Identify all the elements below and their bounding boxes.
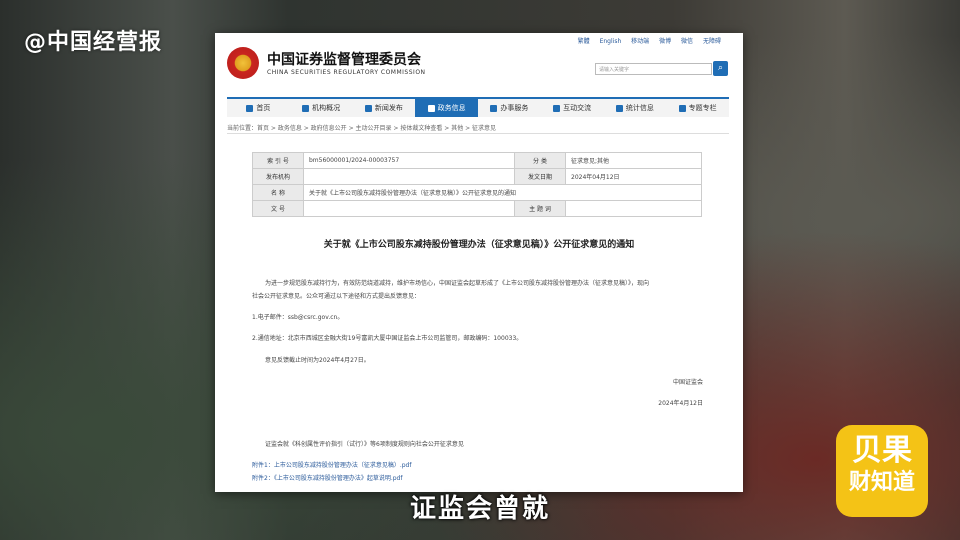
site-name-cn: 中国证券监督管理委员会: [267, 52, 421, 68]
link-wechat[interactable]: 微信: [681, 38, 693, 45]
divider: [227, 133, 729, 134]
nav-item-interaction[interactable]: 互动交流: [541, 99, 604, 117]
building-icon: [302, 104, 310, 112]
nav-item-services[interactable]: 办事服务: [478, 99, 541, 117]
table-row: 发布机构 发文日期 2024年04月12日: [252, 168, 702, 185]
table-row: 索 引 号 bm56000001/2024-00003757 分 类 征求意见;…: [252, 152, 702, 169]
table-row: 名 称 关于就《上市公司股东减持股份管理办法（征求意见稿）》公开征求意见的通知: [252, 184, 702, 201]
table-row: 文 号 主 题 词: [252, 200, 702, 217]
breadcrumb: 当前位置：首页 > 政务信息 > 政府信息公开 > 主动公开目录 > 按体裁文种…: [227, 125, 497, 132]
info-icon: [427, 104, 435, 112]
nav-item-home[interactable]: 首页: [227, 99, 290, 117]
nav-item-government-info[interactable]: 政务信息: [415, 99, 478, 117]
signer: 中国证监会: [672, 379, 703, 386]
main-nav: 首页 机构概况 新闻发布 政务信息 办事服务 互动交流 统计信息 专题专栏: [227, 97, 729, 117]
nav-item-news[interactable]: 新闻发布: [353, 99, 416, 117]
folder-icon: [678, 104, 686, 112]
link-accessibility[interactable]: 无障碍: [703, 38, 721, 45]
video-subtitle: 证监会曾就: [409, 494, 550, 524]
link-weibo[interactable]: 微博: [659, 38, 671, 45]
webpage-screenshot: 繁體 English 移动端 微博 微信 无障碍 中国证券监督管理委员会 CHI…: [215, 33, 743, 492]
search-icon[interactable]: ⌕: [713, 61, 728, 76]
nav-item-about[interactable]: 机构概况: [290, 99, 353, 117]
document-meta-table: 索 引 号 bm56000001/2024-00003757 分 类 征求意见;…: [252, 152, 702, 217]
attachment-link-1[interactable]: 附件1：上市公司股东减持股份管理办法（征求意见稿）.pdf: [252, 460, 411, 469]
address-line: 2.通信地址：北京市西城区金融大街19号富凯大厦中国证监会上市公司监管司，邮政编…: [252, 335, 523, 342]
site-name-en: CHINA SECURITIES REGULATORY COMMISSION: [267, 69, 426, 76]
issue-date: 2024年4月12日: [658, 400, 703, 407]
top-links: 繁體 English 移动端 微博 微信 无障碍: [570, 36, 721, 45]
body-paragraph: 社会公开征求意见。公众可通过以下途径和方式提出反馈意见：: [252, 293, 421, 300]
attachment-link-2[interactable]: 附件2：《上市公司股东减持股份管理办法》起草说明.pdf: [252, 473, 402, 482]
search-input[interactable]: 请输入关键字: [595, 63, 712, 75]
nav-item-special[interactable]: 专题专栏: [666, 99, 729, 117]
related-link[interactable]: 证监会就《科创属性评价指引（试行）》等6项制度规则向社会公开征求意见: [265, 439, 464, 448]
person-icon: [490, 104, 498, 112]
emblem-icon: [227, 47, 259, 79]
link-traditional[interactable]: 繁體: [578, 38, 590, 45]
link-english[interactable]: English: [600, 38, 622, 45]
watermark-text: @中国经营报: [24, 30, 163, 55]
link-mobile[interactable]: 移动端: [631, 38, 649, 45]
document-title: 关于就《上市公司股东减持股份管理办法（征求意见稿）》公开征求意见的通知: [323, 240, 635, 250]
news-icon: [364, 104, 372, 112]
chart-icon: [615, 104, 623, 112]
nav-item-statistics[interactable]: 统计信息: [604, 99, 667, 117]
deadline-line: 意见反馈截止时间为2024年4月27日。: [265, 357, 370, 364]
logo-line-1: 贝果: [852, 433, 912, 468]
body-paragraph: 为进一步规范股东减持行为，有效防范绕道减持，维护市场信心，中国证监会起草形成了《…: [265, 280, 650, 287]
chat-icon: [553, 104, 561, 112]
email-line: 1.电子邮件：ssb@csrc.gov.cn。: [252, 314, 344, 321]
home-icon: [246, 104, 254, 112]
